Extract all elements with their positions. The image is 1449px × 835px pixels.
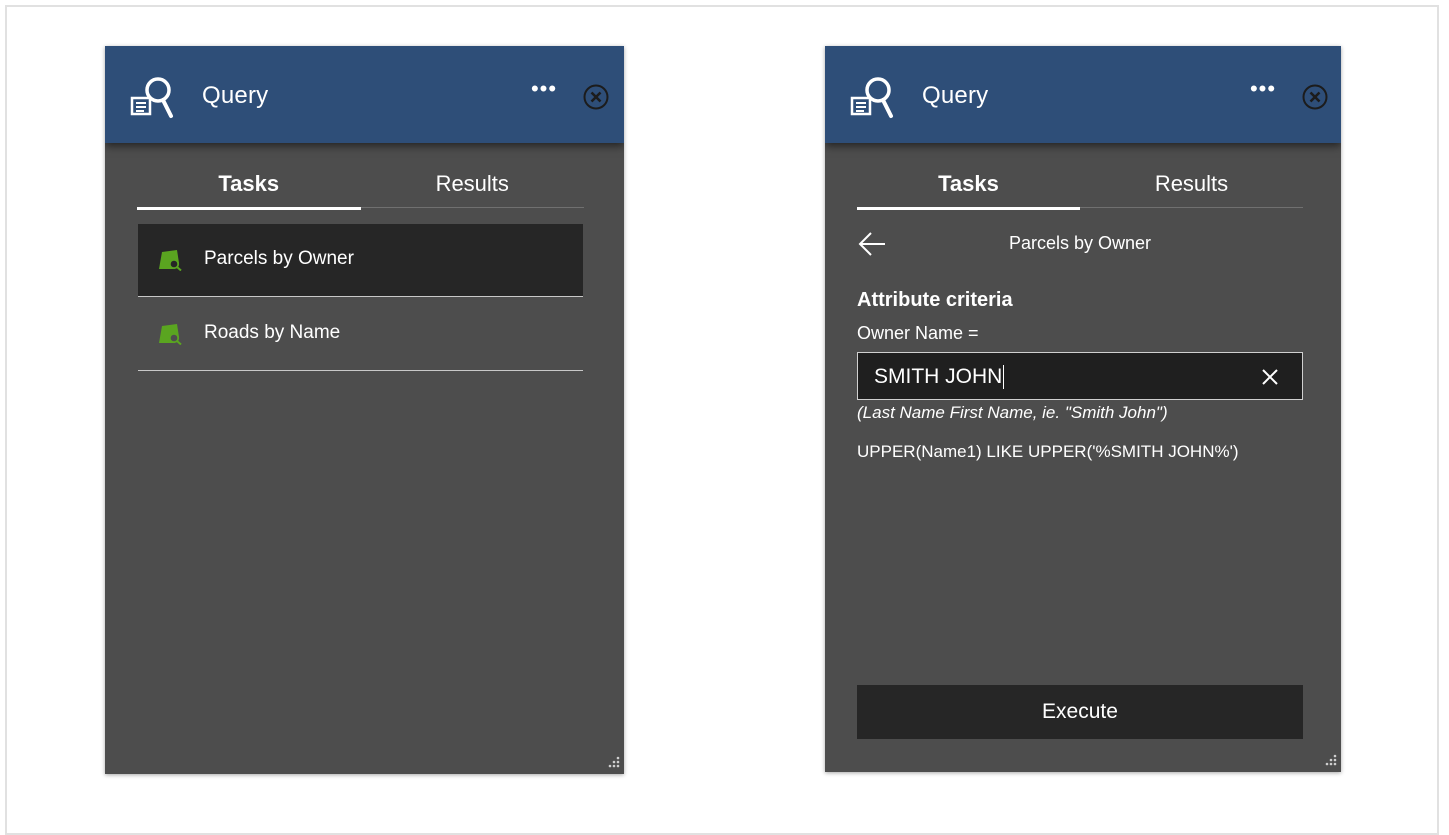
more-options-icon[interactable]: ••• — [1248, 78, 1278, 104]
layer-search-icon — [159, 250, 182, 271]
tab-tasks[interactable]: Tasks — [137, 166, 361, 210]
widget-title: Query — [922, 82, 989, 109]
task-item-roads-by-name[interactable]: Roads by Name — [138, 298, 583, 371]
widget-header: Query ••• — [105, 46, 624, 143]
query-app-icon — [850, 77, 893, 118]
owner-name-value: SMITH JOHN — [874, 365, 1005, 389]
task-label: Parcels by Owner — [204, 248, 354, 269]
task-label: Roads by Name — [204, 322, 341, 343]
task-title: Parcels by Owner — [1008, 233, 1152, 253]
tab-bar: Tasks Results — [857, 166, 1303, 210]
tab-results[interactable]: Results — [1080, 166, 1303, 208]
tab-results[interactable]: Results — [361, 166, 585, 208]
query-widget-task-detail: Query ••• Tasks Results Parcels by Owner… — [825, 46, 1341, 772]
tab-bar: Tasks Results — [137, 166, 585, 210]
resize-handle-icon[interactable] — [605, 755, 621, 771]
back-arrow-icon[interactable] — [857, 231, 887, 257]
tab-tasks[interactable]: Tasks — [857, 166, 1080, 210]
task-item-parcels-by-owner[interactable]: Parcels by Owner — [138, 224, 583, 297]
close-icon[interactable] — [1301, 83, 1329, 111]
query-widget-tasks-list: Query ••• Tasks Results Parcels by Owner… — [105, 46, 624, 774]
widget-header: Query ••• — [825, 46, 1341, 143]
section-heading: Attribute criteria — [857, 289, 1013, 311]
more-options-icon[interactable]: ••• — [529, 78, 559, 104]
owner-name-label: Owner Name = — [857, 323, 979, 343]
query-app-icon — [130, 77, 173, 118]
close-icon[interactable] — [582, 83, 610, 111]
execute-button[interactable]: Execute — [857, 685, 1303, 739]
query-expression: UPPER(Name1) LIKE UPPER('%SMITH JOHN%') — [857, 442, 1239, 461]
owner-name-input[interactable]: SMITH JOHN — [857, 352, 1303, 400]
widget-title: Query — [202, 82, 269, 109]
resize-handle-icon[interactable] — [1322, 753, 1338, 769]
clear-input-icon[interactable] — [1260, 367, 1280, 387]
layer-search-icon — [159, 324, 182, 345]
input-hint: (Last Name First Name, ie. "Smith John") — [857, 403, 1168, 422]
